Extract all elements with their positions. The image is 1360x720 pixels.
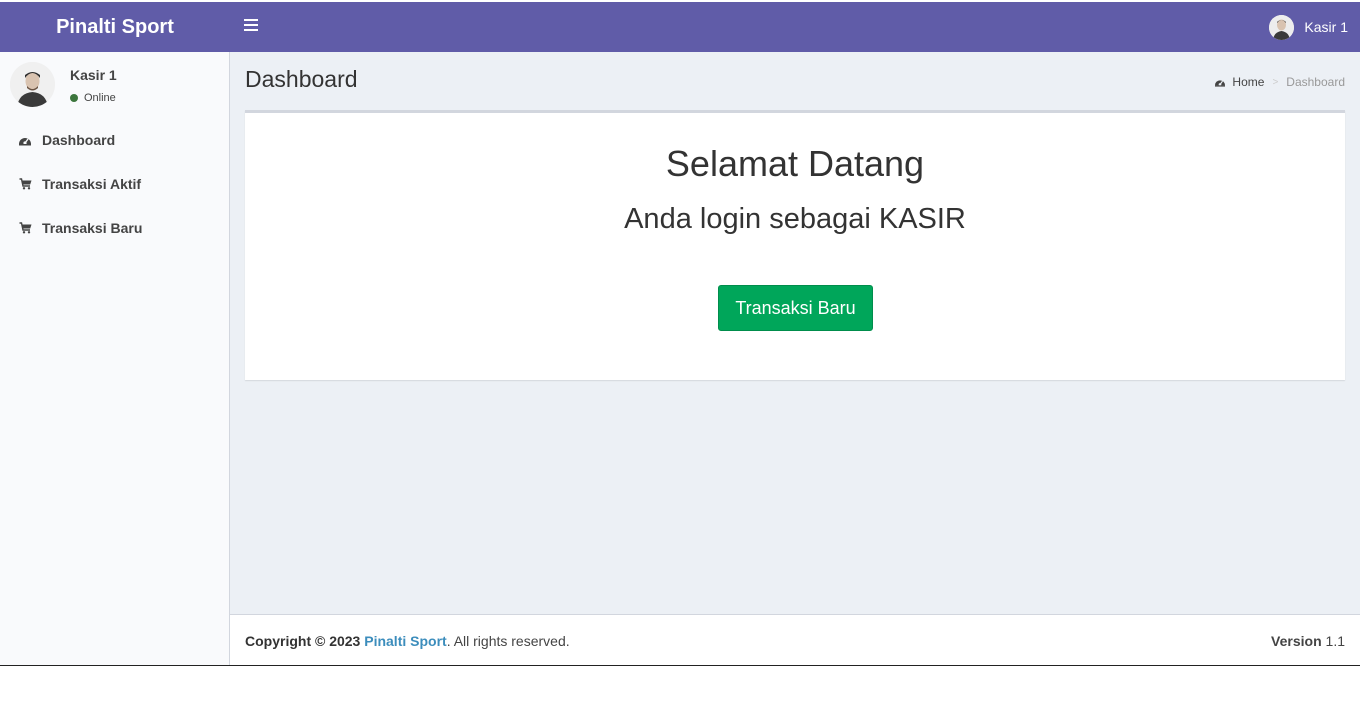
footer: Copyright © 2023 Pinalti Sport. All righ…: [230, 614, 1360, 665]
user-menu[interactable]: Kasir 1: [1269, 2, 1348, 52]
breadcrumb-home-label: Home: [1232, 75, 1265, 89]
user-panel: Kasir 1 Online: [0, 52, 229, 118]
version-label: Version: [1271, 633, 1322, 649]
user-avatar: [10, 62, 55, 107]
online-status-icon: [70, 94, 78, 102]
breadcrumb-home-link[interactable]: Home: [1214, 75, 1264, 89]
sidebar-item-transaksi-aktif[interactable]: Transaksi Aktif: [0, 162, 229, 206]
user-menu-name: Kasir 1: [1304, 19, 1348, 35]
breadcrumb-separator: >: [1272, 76, 1279, 88]
dashboard-icon: [18, 133, 32, 147]
copyright-text: Copyright © 2023: [245, 633, 361, 649]
welcome-box: Selamat Datang Anda login sebagai KASIR …: [245, 110, 1345, 380]
sidebar-item-transaksi-baru[interactable]: Transaksi Baru: [0, 206, 229, 250]
user-status-label: Online: [84, 92, 116, 104]
sidebar: Kasir 1 Online Dashboard Transaksi Aktif…: [0, 52, 230, 666]
page-bottom-divider: [0, 665, 1360, 666]
footer-copyright: Copyright © 2023 Pinalti Sport. All righ…: [245, 633, 570, 649]
sidebar-item-dashboard[interactable]: Dashboard: [0, 118, 229, 162]
top-navbar: Pinalti Sport Kasir 1: [0, 2, 1360, 52]
footer-version: Version 1.1: [1271, 633, 1345, 649]
footer-brand-link[interactable]: Pinalti Sport: [364, 633, 446, 649]
welcome-heading: Selamat Datang: [665, 143, 925, 184]
footer-rights-text: . All rights reserved.: [446, 633, 570, 649]
user-status: Online: [70, 92, 116, 104]
user-avatar-small: [1269, 14, 1295, 40]
breadcrumb-current: Dashboard: [1286, 75, 1345, 89]
app-root: Pinalti Sport Kasir 1 Kasir 1 Online Das…: [0, 0, 1360, 666]
sidebar-item-label: Transaksi Baru: [42, 220, 143, 236]
sidebar-user-name: Kasir 1: [70, 67, 117, 83]
content-body: Selamat Datang Anda login sebagai KASIR …: [230, 110, 1360, 614]
breadcrumb: Home > Dashboard: [1214, 75, 1345, 89]
cart-icon: [18, 221, 32, 235]
dashboard-icon: [1214, 77, 1226, 87]
sidebar-item-label: Transaksi Aktif: [42, 176, 142, 192]
role-text: Anda login sebagai KASIR: [624, 203, 966, 235]
new-transaction-button[interactable]: Transaksi Baru: [718, 285, 873, 331]
sidebar-toggle-icon[interactable]: [244, 19, 258, 33]
brand-logo[interactable]: Pinalti Sport: [0, 2, 230, 52]
page-title: Dashboard: [245, 66, 358, 92]
version-number: 1.1: [1325, 633, 1345, 649]
cart-icon: [18, 177, 32, 191]
sidebar-item-label: Dashboard: [42, 132, 116, 148]
content-header: Dashboard Home > Dashboard: [230, 52, 1360, 110]
